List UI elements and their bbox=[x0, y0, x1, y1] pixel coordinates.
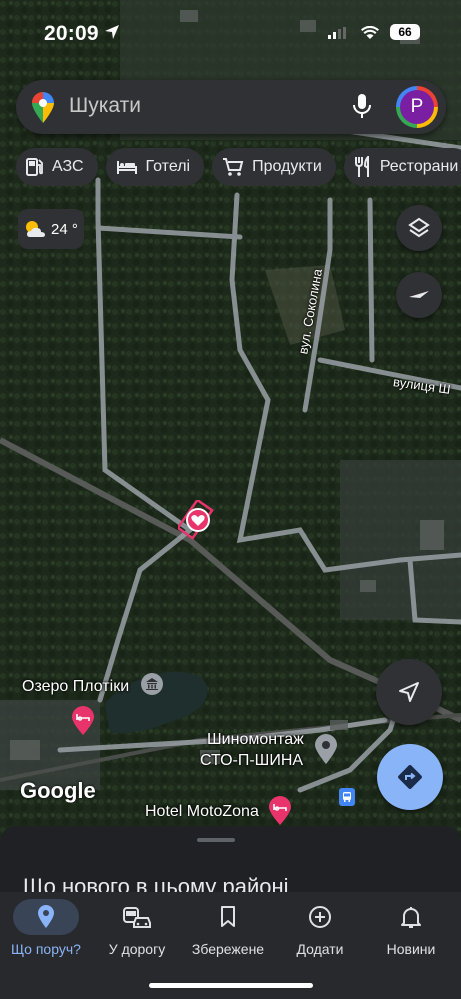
signal-icon bbox=[328, 27, 346, 39]
weather-widget[interactable]: 24 ° bbox=[18, 209, 84, 249]
nav-updates[interactable]: Новини bbox=[365, 892, 457, 972]
location-arrow-icon bbox=[105, 25, 119, 39]
avatar[interactable]: P bbox=[396, 86, 438, 128]
partly-cloudy-icon bbox=[26, 221, 45, 237]
nav-explore-pill bbox=[13, 899, 79, 935]
battery-indicator: 66 bbox=[390, 24, 420, 40]
chip-groceries[interactable]: Продукти bbox=[212, 148, 336, 186]
nav-saved[interactable]: Збережене bbox=[182, 892, 274, 972]
google-attribution: Google bbox=[20, 778, 96, 803]
category-chips: АЗС Готелі Продукти Ресторани bbox=[16, 148, 461, 186]
compass-icon bbox=[409, 291, 429, 298]
wifi-icon bbox=[361, 26, 379, 39]
mic-icon[interactable] bbox=[352, 92, 372, 120]
fork-knife-icon bbox=[354, 156, 369, 177]
location-pin-icon bbox=[38, 905, 54, 928]
bookmark-icon bbox=[221, 906, 235, 927]
nav-label-updates: Новини bbox=[386, 941, 436, 957]
navigation-arrow-icon bbox=[399, 682, 419, 702]
nav-contribute-pill bbox=[287, 899, 353, 935]
add-circle-icon bbox=[309, 906, 331, 928]
hotel-pin-icon-2[interactable] bbox=[268, 796, 292, 826]
gas-station-icon bbox=[26, 158, 43, 176]
chip-label-groceries: Продукти bbox=[252, 158, 322, 175]
chip-label-hotels: Готелі bbox=[145, 158, 191, 175]
hotel-pin-icon[interactable] bbox=[71, 706, 95, 736]
search-bar[interactable]: Шукати P bbox=[16, 80, 446, 134]
avatar-letter: P bbox=[400, 90, 434, 124]
maps-logo-icon bbox=[32, 92, 54, 123]
bed-icon bbox=[116, 161, 137, 174]
nav-go[interactable]: У дорогу bbox=[91, 892, 183, 972]
chip-restaurants[interactable]: Ресторани bbox=[343, 148, 461, 186]
status-time: 20:09 bbox=[44, 22, 99, 45]
my-location-button[interactable] bbox=[376, 659, 442, 725]
search-input[interactable]: Шукати bbox=[69, 94, 141, 118]
bus-stop-icon[interactable] bbox=[339, 788, 355, 806]
chip-hotels[interactable]: Готелі bbox=[105, 148, 205, 186]
heart-pin-icon bbox=[178, 500, 214, 540]
nav-saved-pill bbox=[195, 899, 261, 935]
weather-temp: 24 ° bbox=[51, 220, 78, 238]
chip-gas[interactable]: АЗС bbox=[16, 148, 98, 186]
directions-icon bbox=[398, 765, 422, 789]
sheet-drag-handle[interactable] bbox=[197, 838, 235, 842]
nav-contribute[interactable]: Додати bbox=[274, 892, 366, 972]
place-pin-icon[interactable] bbox=[314, 733, 338, 765]
museum-icon[interactable] bbox=[141, 673, 163, 695]
saved-place-marker[interactable] bbox=[178, 500, 218, 540]
poi-label-hotel[interactable]: Hotel MotoZona bbox=[145, 803, 259, 821]
nav-updates-pill bbox=[378, 899, 444, 935]
layers-icon bbox=[408, 217, 430, 238]
bell-icon bbox=[401, 907, 421, 928]
nav-explore[interactable]: Що поруч? bbox=[0, 892, 92, 972]
poi-label-tire-shop-line1[interactable]: Шиномонтаж bbox=[207, 731, 304, 749]
status-bar: 20:09 66 bbox=[0, 18, 461, 52]
compass-button[interactable] bbox=[396, 272, 442, 318]
chip-label-gas: АЗС bbox=[52, 158, 84, 175]
nav-go-pill bbox=[104, 899, 170, 935]
poi-label-tire-shop-line2[interactable]: СТО-П-ШИНА bbox=[200, 752, 303, 770]
cart-icon bbox=[223, 158, 244, 176]
layers-button[interactable] bbox=[396, 205, 442, 251]
chip-label-restaurants: Ресторани bbox=[379, 158, 459, 175]
directions-button[interactable] bbox=[377, 744, 443, 810]
poi-label-lake[interactable]: Озеро Плотіки bbox=[22, 678, 129, 696]
home-indicator[interactable] bbox=[149, 983, 313, 988]
commute-icon bbox=[123, 907, 151, 928]
